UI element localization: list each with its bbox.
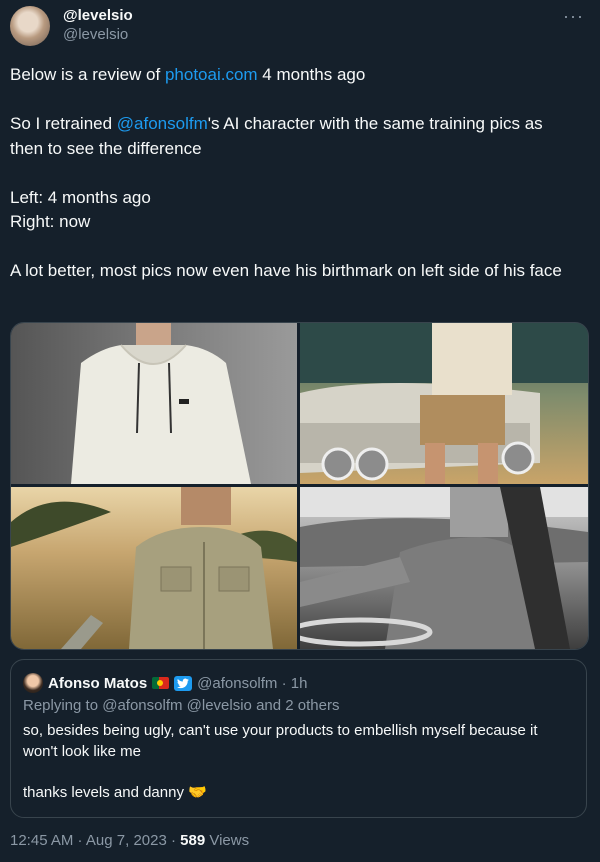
quoted-paragraph-1: so, besides being ugly, can't use your p… <box>23 722 538 760</box>
quoted-author-avatar[interactable] <box>23 673 43 693</box>
more-options-icon[interactable]: ··· <box>563 6 584 27</box>
quoted-timestamp[interactable]: 1h <box>291 675 308 692</box>
tweet-header: @levelsio @levelsio ··· <box>10 6 590 50</box>
photo-car-shorts[interactable] <box>300 323 588 484</box>
author-handle[interactable]: @levelsio <box>63 25 133 45</box>
separator-dot: · <box>277 674 291 692</box>
tweet-date[interactable]: Aug 7, 2023 <box>86 832 167 849</box>
tweet-paragraph-3: Left: 4 months ago Right: now <box>10 186 580 235</box>
quoted-tweet[interactable]: Afonso Matos @afonsolfm · 1h Replying to… <box>10 659 587 818</box>
tweet-paragraph-4: A lot better, most pics now even have hi… <box>10 261 562 280</box>
hoodie-illustration <box>71 323 251 484</box>
quoted-tweet-body: so, besides being ugly, can't use your p… <box>23 721 573 803</box>
quoted-paragraph-2: thanks levels and danny 🤝 <box>23 783 207 801</box>
tweet-text-right-label: Right: now <box>10 212 91 231</box>
separator-dot: · <box>73 832 86 849</box>
twitter-bird-icon <box>174 675 193 691</box>
replying-to-mentions[interactable]: @afonsolfm @levelsio and 2 others <box>102 697 339 714</box>
author-display-name[interactable]: @levelsio <box>63 7 133 25</box>
photo-bw-driving[interactable] <box>287 487 588 649</box>
photoai-link[interactable]: photoai.com <box>165 65 258 84</box>
tweet-meta: 12:45 AM · Aug 7, 2023 · 589 Views <box>10 832 249 849</box>
author-avatar[interactable] <box>10 6 50 46</box>
tweet-text-segment: 4 months ago <box>257 65 366 84</box>
photo-safari-shirt[interactable] <box>11 487 297 649</box>
replying-to-label: Replying to <box>23 697 103 714</box>
portugal-flag-icon <box>152 677 170 689</box>
photo-cream-hoodie[interactable] <box>11 323 297 484</box>
views-count: 589 <box>180 832 206 849</box>
car-illustration <box>300 323 588 484</box>
driving-illustration <box>287 487 588 649</box>
tweet-text-left-label: Left: 4 months ago <box>10 187 151 207</box>
replying-to: Replying to @afonsolfm @levelsio and 2 o… <box>23 697 339 714</box>
mention-afonsolfm[interactable]: @afonsolfm <box>117 114 208 133</box>
tweet-time[interactable]: 12:45 AM <box>10 832 73 849</box>
views-label: Views <box>205 832 250 849</box>
tweet-text-segment: Below is a review of <box>10 65 165 84</box>
tweet-text-segment: So I retrained <box>10 114 117 133</box>
author-names: @levelsio @levelsio <box>63 7 133 45</box>
quoted-author-name[interactable]: Afonso Matos <box>48 675 147 692</box>
media-grid <box>10 322 589 650</box>
quoted-author-handle[interactable]: @afonsolfm · 1h <box>197 675 307 692</box>
tweet-body: Below is a review of photoai.com 4 month… <box>10 63 580 284</box>
tweet-paragraph-2: So I retrained @afonsolfm's AI character… <box>10 112 580 161</box>
quoted-handle-text: @afonsolfm <box>197 674 278 692</box>
quoted-tweet-header: Afonso Matos @afonsolfm · 1h <box>23 673 307 693</box>
safari-illustration <box>11 487 297 649</box>
tweet-paragraph-1: Below is a review of photoai.com 4 month… <box>10 63 580 88</box>
separator-dot: · <box>166 832 181 849</box>
